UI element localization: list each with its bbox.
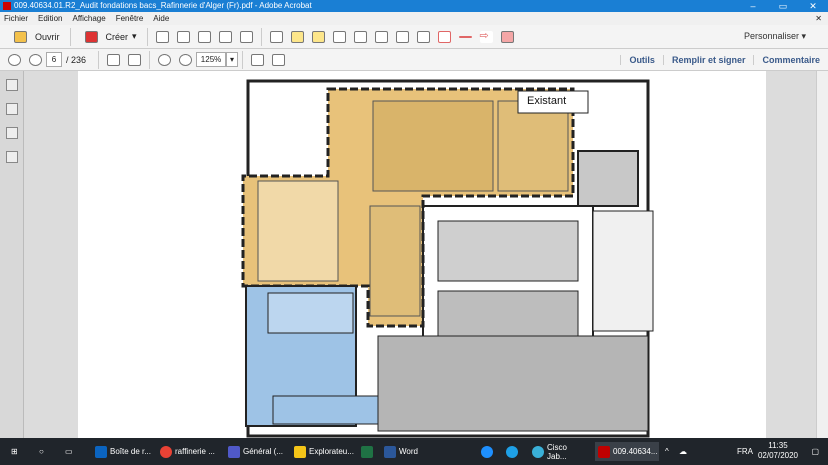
pdf-page[interactable]: Existant [78, 71, 766, 438]
tab-comment[interactable]: Commentaire [753, 55, 828, 65]
existant-label: Existant [527, 95, 567, 107]
attachment-icon[interactable] [6, 127, 18, 139]
fit-page-icon[interactable] [251, 53, 265, 66]
taskbar-item[interactable]: Word [381, 442, 431, 461]
folder-icon [14, 30, 27, 43]
start-button[interactable]: ⊞ [8, 442, 21, 461]
excel-icon [361, 445, 373, 458]
edge-icon [506, 445, 518, 458]
taskbar-item[interactable]: Général (... [225, 442, 287, 461]
explorer-icon [294, 445, 306, 458]
taskbar-item[interactable]: Explorateu... [291, 442, 355, 461]
prev-page-icon[interactable] [8, 53, 21, 66]
comment-icon[interactable] [290, 30, 304, 43]
stamp-icon[interactable] [332, 30, 346, 43]
taskbar-item[interactable] [478, 442, 498, 461]
save-icon[interactable] [155, 30, 169, 43]
title-bar: 009.40634.01.R2_Audit fondations bacs_Ra… [0, 0, 828, 12]
pages-icon[interactable] [6, 79, 18, 91]
word-icon [384, 445, 396, 458]
menu-file[interactable]: Fichier [4, 12, 28, 25]
navigation-pane [0, 71, 24, 438]
edit-icon[interactable] [218, 30, 232, 43]
taskbar-item[interactable]: Boîte de r... [92, 442, 154, 461]
scroll-mode-icon[interactable] [272, 53, 286, 66]
page-total: / 236 [66, 54, 87, 65]
zoom-input[interactable]: 125% [196, 52, 227, 67]
taskbar-item[interactable]: 009.40634... [595, 442, 659, 461]
close-doc-icon[interactable]: ✕ [815, 12, 822, 25]
replace-icon[interactable] [395, 30, 409, 43]
create-button[interactable]: Créer ▾ [75, 27, 143, 47]
signature-icon[interactable] [6, 151, 18, 163]
open-button[interactable]: Ouvrir [4, 27, 66, 47]
gear-icon[interactable] [269, 30, 283, 43]
jabber-icon [532, 445, 544, 458]
menu-view[interactable]: Affichage [72, 12, 105, 25]
taskbar-item[interactable]: Cisco Jab... [529, 442, 591, 461]
hand-icon[interactable] [128, 53, 142, 66]
tab-tools[interactable]: Outils [620, 55, 663, 65]
mail-icon[interactable] [239, 30, 253, 43]
search-icon[interactable]: ○ [36, 442, 47, 461]
language-indicator[interactable]: FRA [734, 442, 756, 461]
attach-icon[interactable] [353, 30, 367, 43]
chevron-up-icon[interactable]: ^ [662, 442, 672, 461]
print-icon[interactable] [197, 30, 211, 43]
bookmark-icon[interactable] [6, 103, 18, 115]
zoom-in-icon[interactable] [179, 53, 193, 66]
taskbar-item[interactable]: raffinerie ... [157, 442, 223, 461]
maximize-button[interactable]: ▭ [768, 0, 798, 12]
menu-bar: Fichier Edition Affichage Fenêtre Aide ✕ [0, 12, 828, 25]
customize-button[interactable]: Personnaliser ▾ [744, 31, 806, 42]
textbox-icon[interactable] [416, 30, 430, 43]
right-panel-tabs: Outils Remplir et signer Commentaire [620, 49, 828, 71]
page-number-input[interactable]: 6 [46, 52, 62, 67]
minimize-button[interactable]: – [738, 0, 768, 12]
outlook-icon [95, 445, 107, 458]
windows-taskbar: ⊞ ○ ▭ Boîte de r... raffinerie ... Génér… [0, 438, 828, 465]
insert-icon[interactable] [374, 30, 388, 43]
arrow-icon[interactable]: ⇨ [479, 30, 493, 43]
cloud-icon[interactable]: ☁ [676, 442, 690, 461]
taskbar-item[interactable] [503, 442, 523, 461]
highlight-icon[interactable] [311, 30, 325, 43]
line-icon[interactable] [458, 35, 472, 38]
close-button[interactable]: ✕ [798, 0, 828, 12]
cloud-icon[interactable] [176, 30, 190, 43]
zoom-out-icon[interactable] [158, 53, 172, 66]
notification-icon[interactable]: ▢ [808, 442, 822, 461]
chrome-icon [160, 445, 172, 458]
menu-window[interactable]: Fenêtre [116, 12, 144, 25]
skype-icon [481, 445, 493, 458]
eraser-icon[interactable] [500, 30, 514, 43]
create-pdf-icon [84, 30, 98, 43]
teams-icon [228, 445, 240, 458]
clock[interactable]: 11:35 02/07/2020 [758, 441, 798, 461]
menu-help[interactable]: Aide [153, 12, 169, 25]
chevron-down-icon: ▾ [132, 31, 137, 41]
acrobat-icon [598, 445, 610, 458]
acrobat-icon [3, 2, 11, 10]
plant-drawing [241, 79, 654, 438]
next-page-icon[interactable] [29, 53, 42, 66]
main-toolbar: Ouvrir Créer ▾ ⇨ Personnaliser ▾ [0, 25, 828, 49]
tab-fill-sign[interactable]: Remplir et signer [662, 55, 754, 65]
task-view-icon[interactable]: ▭ [62, 442, 76, 461]
menu-edit[interactable]: Edition [38, 12, 62, 25]
document-area: Existant [24, 71, 828, 438]
zoom-dropdown[interactable]: ▾ [226, 52, 239, 67]
window-title: 009.40634.01.R2_Audit fondations bacs_Ra… [14, 1, 312, 10]
rectangle-icon[interactable] [437, 30, 451, 43]
taskbar-item[interactable] [358, 442, 378, 461]
vertical-scrollbar[interactable] [816, 71, 828, 438]
select-cursor-icon[interactable] [107, 53, 121, 66]
